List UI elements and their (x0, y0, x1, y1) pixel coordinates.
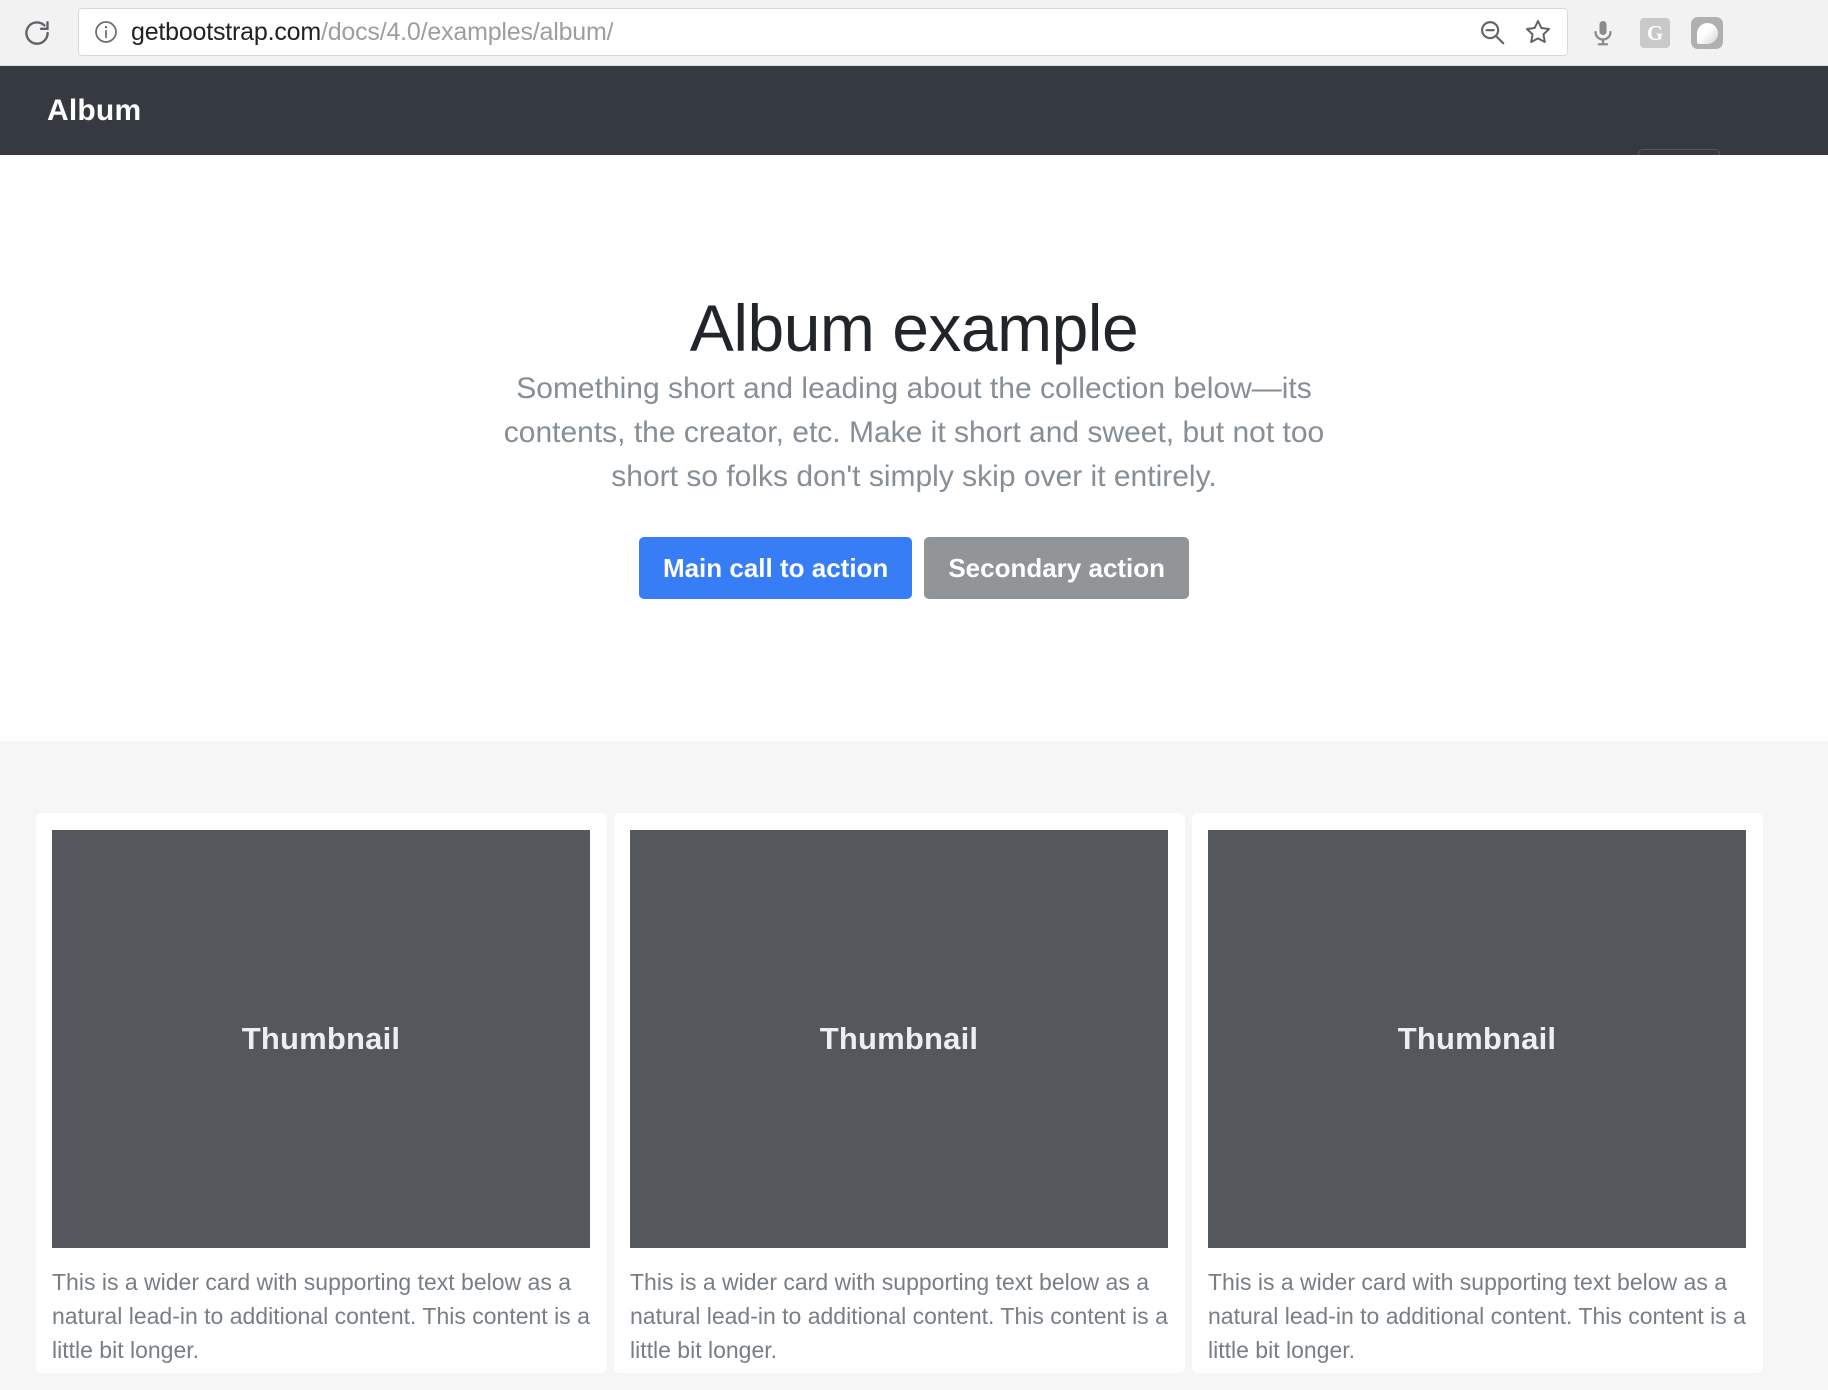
card[interactable]: Thumbnail This is a wider card with supp… (1192, 813, 1763, 1373)
navbar-brand[interactable]: Album (47, 94, 141, 128)
address-bar[interactable]: getbootstrap.com/docs/4.0/examples/album… (78, 8, 1568, 56)
album-section: Thumbnail This is a wider card with supp… (0, 741, 1828, 1390)
card-body: This is a wider card with supporting tex… (1208, 1265, 1746, 1367)
reload-icon (22, 18, 52, 48)
card-thumbnail-label: Thumbnail (819, 1021, 979, 1056)
url-host: getbootstrap.com (131, 18, 321, 46)
omnibox-actions (1477, 9, 1553, 55)
card-text: This is a wider card with supporting tex… (52, 1269, 590, 1363)
browser-toolbar: getbootstrap.com/docs/4.0/examples/album… (0, 0, 1828, 66)
card-grid: Thumbnail This is a wider card with supp… (36, 813, 1792, 1373)
ghostery-extension-icon[interactable] (1690, 16, 1724, 50)
url-text: getbootstrap.com/docs/4.0/examples/album… (131, 17, 613, 47)
microphone-icon[interactable] (1586, 16, 1620, 50)
hero-action-buttons: Main call to action Secondary action (0, 537, 1828, 599)
card-thumbnail[interactable]: Thumbnail (630, 830, 1168, 1248)
card-body: This is a wider card with supporting tex… (52, 1265, 590, 1367)
card-thumbnail-label: Thumbnail (1397, 1021, 1557, 1056)
grammarly-extension-icon[interactable]: G (1638, 16, 1672, 50)
card-thumbnail[interactable]: Thumbnail (1208, 830, 1746, 1248)
ghostery-glyph-inner (1696, 22, 1718, 44)
ghostery-glyph (1691, 17, 1723, 49)
secondary-action-button[interactable]: Secondary action (924, 537, 1190, 599)
card-body: This is a wider card with supporting tex… (630, 1265, 1168, 1367)
hero-lead-text: Something short and leading about the co… (503, 372, 1325, 493)
card-text: This is a wider card with supporting tex… (1208, 1269, 1746, 1363)
page-title: Album example (689, 291, 1139, 365)
url-path: /docs/4.0/examples/album/ (320, 18, 614, 46)
card-thumbnail-label: Thumbnail (241, 1021, 401, 1056)
card[interactable]: Thumbnail This is a wider card with supp… (36, 813, 607, 1373)
star-outline-icon[interactable] (1523, 17, 1553, 47)
card-thumbnail[interactable]: Thumbnail (52, 830, 590, 1248)
info-circle-icon[interactable] (93, 19, 119, 45)
grammarly-extension-label: G (1640, 18, 1670, 48)
card-text: This is a wider card with supporting tex… (630, 1269, 1168, 1363)
site-navbar: Album (0, 66, 1828, 208)
card[interactable]: Thumbnail This is a wider card with supp… (614, 813, 1185, 1373)
reload-button[interactable] (14, 10, 60, 56)
browser-extension-icons: G (1586, 0, 1724, 66)
hero-section: Album example Something short and leadin… (0, 155, 1828, 741)
zoom-out-magnifier-icon[interactable] (1477, 17, 1507, 47)
main-call-to-action-button[interactable]: Main call to action (638, 537, 913, 599)
